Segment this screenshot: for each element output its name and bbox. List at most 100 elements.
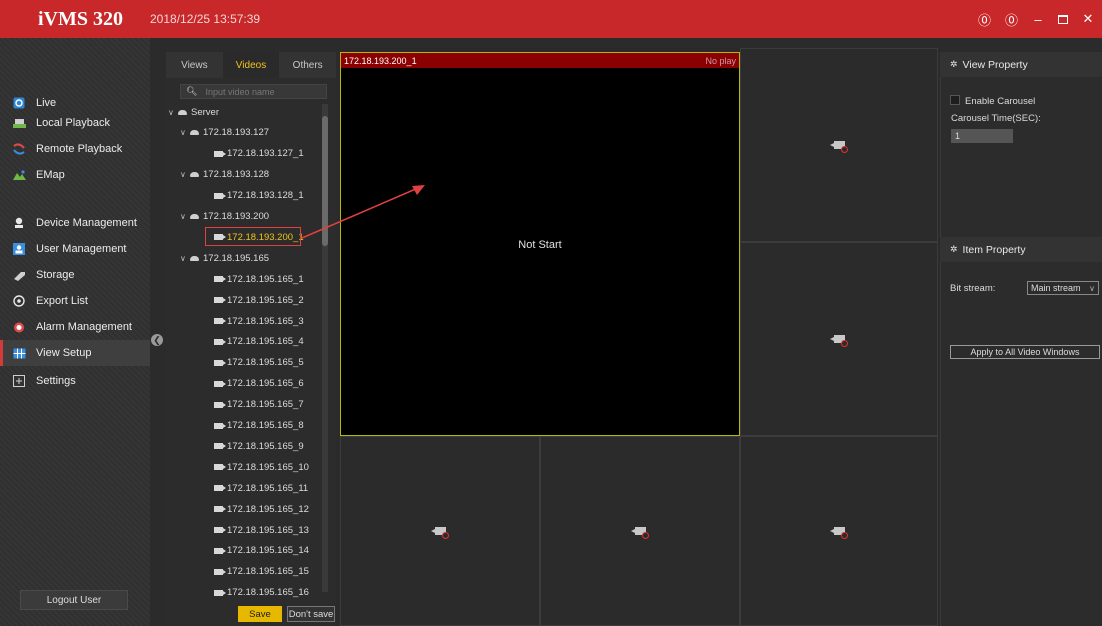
tree-camera-node[interactable]: 172.18.195.165_8 [214,418,304,434]
tree-camera-node[interactable]: 172.18.195.165_9 [214,438,304,454]
video-window[interactable] [740,48,938,242]
apply-all-button[interactable]: Apply to All Video Windows [950,345,1100,359]
tree-node-label: Server [191,106,219,118]
server-icon [190,255,199,261]
collapse-sidebar-icon[interactable]: ❮ [151,334,163,346]
chevron-down-icon[interactable]: ∨ [180,170,190,179]
tree-server-node[interactable]: ∨ 172.18.193.128 [180,167,269,183]
video-window[interactable] [740,436,938,626]
gear-icon: ✲ [950,244,958,254]
tree-node-label: 172.18.195.165_6 [227,378,304,390]
tab-views[interactable]: Views [166,52,223,78]
tree-server-node[interactable]: ∨ 172.18.195.165 [180,250,269,266]
datetime-display: 2018/12/25 13:57:39 [150,12,261,26]
sidebar-item-alarm-management[interactable]: Alarm Management [0,314,150,340]
sidebar-item-emap[interactable]: EMap [0,162,150,188]
tree-scrollbar[interactable] [322,104,328,592]
tree-camera-node[interactable]: 172.18.195.165_12 [214,501,309,517]
sidebar-item-storage[interactable]: Storage [0,262,150,288]
tree-node-label: 172.18.193.128_1 [227,190,304,202]
sidebar-item-view-setup[interactable]: View Setup [0,340,150,366]
chevron-down-icon[interactable]: ∨ [180,128,190,137]
sidebar-item-settings[interactable]: Settings [0,368,150,394]
tree-camera-node[interactable]: 172.18.195.165_16 [214,585,309,601]
scrollbar-thumb[interactable] [322,116,328,246]
video-status-text: Not Start [518,239,562,251]
tree-camera-node[interactable]: 172.18.195.165_7 [214,397,304,413]
sidebar-item-device-management[interactable]: Device Management [0,210,150,236]
camera-icon [214,192,226,199]
tree-node-label: 172.18.193.128 [203,169,270,181]
tree-camera-node[interactable]: 172.18.195.165_1 [214,271,304,287]
user-management-icon [12,243,26,255]
enable-carousel-checkbox[interactable] [950,95,960,105]
tree-node-label: 172.18.195.165_15 [227,566,309,578]
title-bar: iVMS 320 2018/12/25 13:57:39 ⓪ ⓪ – ✕ [0,0,1102,38]
tree-camera-node[interactable]: 172.18.195.165_4 [214,334,304,350]
tree-camera-node[interactable]: 172.18.195.165_6 [214,376,304,392]
tree-node-label: 172.18.195.165_4 [227,336,304,348]
bit-stream-value: Main stream [1031,283,1081,293]
tree-node-label: 172.18.195.165_1 [227,273,304,285]
main-video-window[interactable]: 172.18.193.200_1 No play Not Start [340,52,740,436]
tree-camera-node[interactable]: 172.18.193.127_1 [214,146,304,162]
sidebar-item-export-list[interactable]: Export List [0,288,150,314]
sidebar-item-local-playback[interactable]: Local Playback [0,110,150,136]
camera-icon [214,568,226,575]
tree-camera-node[interactable]: 172.18.195.165_2 [214,292,304,308]
bit-stream-select[interactable]: Main stream ∨ [1027,281,1099,295]
chevron-down-icon[interactable]: ∨ [180,254,190,263]
sidebar-item-label: User Management [36,243,127,255]
tab-others[interactable]: Others [279,52,336,78]
tree-node-label: 172.18.195.165_11 [227,482,309,494]
sidebar-item-label: EMap [36,169,65,181]
sidebar-item-label: Live [36,97,57,109]
tree-node-label: 172.18.195.165_3 [227,315,304,327]
sidebar-item-user-management[interactable]: User Management [0,236,150,262]
save-button[interactable]: Save [238,606,282,622]
minimize-icon[interactable]: – [1032,12,1044,27]
alarm-icon [12,321,26,333]
tree-camera-node[interactable]: 172.18.193.128_1 [214,188,304,204]
video-window[interactable] [740,242,938,436]
no-video-icon [830,332,848,347]
tree-node-label: 172.18.193.127 [203,127,270,139]
info-icon[interactable]: ⓪ [978,10,991,29]
video-window[interactable] [340,436,540,626]
tree-server-node[interactable]: ∨ Server [168,104,219,120]
tree-camera-node[interactable]: 172.18.195.165_13 [214,522,309,538]
storage-icon [12,269,26,281]
sidebar-item-label: View Setup [36,347,92,359]
tree-camera-node[interactable]: 172.18.195.165_15 [214,564,309,580]
tree-node-label: 172.18.195.165_16 [227,587,309,599]
tree-node-label: 172.18.195.165_2 [227,294,304,306]
close-icon[interactable]: ✕ [1082,11,1094,27]
maximize-icon[interactable] [1058,14,1068,24]
carousel-time-input[interactable]: 1 [951,129,1013,143]
dont-save-button[interactable]: Don't save [287,606,335,622]
tab-videos[interactable]: Videos [222,52,280,78]
tree-camera-node[interactable]: 172.18.195.165_10 [214,459,309,475]
sidebar: Live Local Playback Remote Playback EMap… [0,38,150,626]
camera-icon [214,527,226,533]
settings-icon [12,375,26,387]
tree-camera-node[interactable]: 172.18.195.165_14 [214,543,309,559]
tree-server-node[interactable]: ∨ 172.18.193.200 [180,209,269,225]
help-icon[interactable]: ⓪ [1005,10,1018,29]
camera-icon [214,443,226,450]
tree-server-node[interactable]: ∨ 172.18.193.127 [180,125,269,141]
tree-camera-node[interactable]: 172.18.195.165_5 [214,355,304,371]
tree-camera-node[interactable]: 172.18.195.165_11 [214,480,308,496]
tree-camera-node[interactable]: 172.18.195.165_3 [214,313,304,329]
camera-icon [214,485,226,492]
device-management-icon [12,217,26,229]
chevron-down-icon[interactable]: ∨ [168,108,178,117]
search-input[interactable]: 🔍︎ Input video name [180,84,327,99]
chevron-down-icon[interactable]: ∨ [180,212,190,221]
video-window[interactable] [540,436,740,626]
sidebar-item-label: Settings [36,375,76,387]
logout-button[interactable]: Logout User [20,590,128,610]
search-icon: 🔍︎ [186,86,198,96]
sidebar-item-remote-playback[interactable]: Remote Playback [0,136,150,162]
camera-icon [214,338,226,345]
